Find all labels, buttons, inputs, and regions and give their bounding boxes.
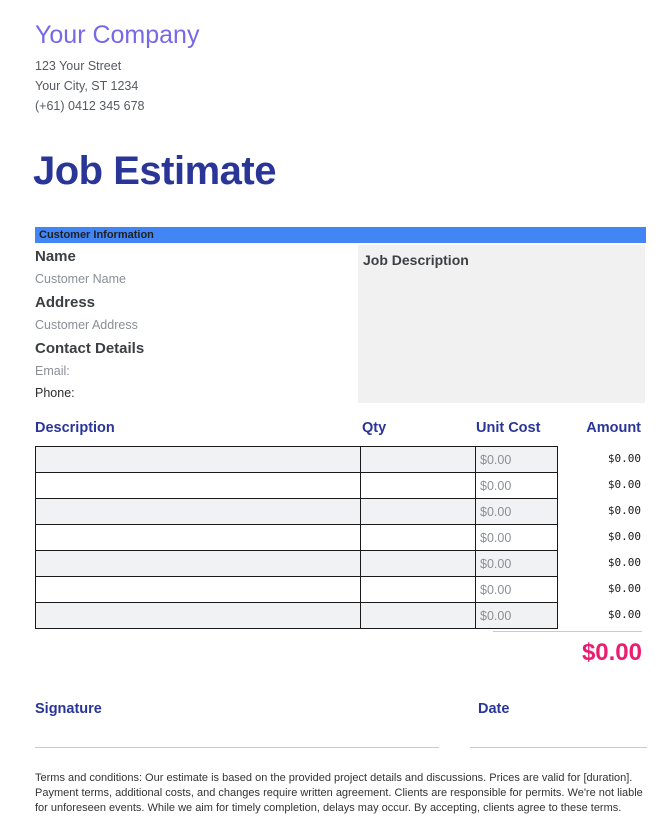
cell-qty[interactable] [360, 472, 476, 499]
customer-email-label[interactable]: Email: [35, 360, 355, 382]
cell-qty[interactable] [360, 550, 476, 577]
table-row[interactable]: $0.00 [35, 446, 558, 473]
cell-description[interactable] [35, 576, 361, 603]
cell-unit-cost-text: $0.00 [480, 478, 512, 493]
cell-unit-cost[interactable]: $0.00 [475, 602, 558, 629]
signature-label: Signature [35, 701, 102, 717]
table-row[interactable]: $0.00 [35, 472, 558, 499]
cell-amount: $0.00 [607, 582, 641, 595]
cell-qty[interactable] [360, 446, 476, 473]
column-header-qty: Qty [362, 420, 387, 436]
table-row[interactable]: $0.00 [35, 602, 558, 629]
cell-unit-cost[interactable]: $0.00 [475, 472, 558, 499]
customer-information-band: Customer Information [35, 227, 646, 243]
company-city-state-zip: Your City, ST 1234 [35, 79, 139, 93]
table-row[interactable]: $0.00 [35, 524, 558, 551]
column-header-amount: Amount [586, 420, 641, 436]
cell-qty[interactable] [360, 576, 476, 603]
customer-address-value[interactable]: Customer Address [35, 314, 355, 336]
cell-description[interactable] [35, 524, 361, 551]
cell-unit-cost[interactable]: $0.00 [475, 550, 558, 577]
cell-unit-cost[interactable]: $0.00 [475, 498, 558, 525]
cell-unit-cost[interactable]: $0.00 [475, 576, 558, 603]
table-row[interactable]: $0.00 [35, 550, 558, 577]
items-table: $0.00 $0.00 $0.00 $0.00 $0.00 $0.00 $0.0… [35, 446, 558, 629]
cell-unit-cost-text: $0.00 [480, 530, 512, 545]
customer-fields: Name Customer Name Address Customer Addr… [35, 246, 355, 404]
cell-amount: $0.00 [607, 452, 641, 465]
cell-unit-cost-text: $0.00 [480, 556, 512, 571]
table-row[interactable]: $0.00 [35, 498, 558, 525]
cell-unit-cost-text: $0.00 [480, 504, 512, 519]
company-header: Your Company 123 Your Street Your City, … [35, 20, 199, 116]
column-header-description: Description [35, 420, 115, 436]
cell-amount: $0.00 [607, 504, 641, 517]
cell-description[interactable] [35, 602, 361, 629]
items-table-headers: Description Qty Unit Cost Amount [0, 418, 667, 442]
column-header-unit-cost: Unit Cost [476, 420, 541, 436]
customer-name-label: Name [35, 248, 76, 265]
estimate-document: Your Company 123 Your Street Your City, … [0, 0, 667, 838]
company-street: 123 Your Street [35, 59, 122, 73]
company-name: Your Company [35, 21, 200, 49]
date-line[interactable] [470, 747, 647, 748]
cell-description[interactable] [35, 498, 361, 525]
customer-phone-label[interactable]: Phone: [35, 382, 355, 404]
terms-and-conditions: Terms and conditions: Our estimate is ba… [35, 772, 643, 814]
job-description-panel[interactable]: Job Description [358, 245, 645, 403]
total-divider [493, 631, 642, 632]
cell-description[interactable] [35, 446, 361, 473]
customer-information-label: Customer Information [39, 229, 154, 241]
cell-unit-cost[interactable]: $0.00 [475, 446, 558, 473]
signature-line[interactable] [35, 747, 439, 748]
cell-unit-cost-text: $0.00 [480, 582, 512, 597]
cell-qty[interactable] [360, 602, 476, 629]
table-row[interactable]: $0.00 [35, 576, 558, 603]
cell-amount: $0.00 [607, 556, 641, 569]
cell-amount: $0.00 [607, 478, 641, 491]
cell-unit-cost-text: $0.00 [480, 608, 512, 623]
cell-qty[interactable] [360, 524, 476, 551]
date-label: Date [478, 701, 510, 717]
customer-contact-details-label: Contact Details [35, 340, 145, 357]
cell-qty[interactable] [360, 498, 476, 525]
document-title: Job Estimate [33, 149, 276, 193]
amount-column: $0.00 $0.00 $0.00 $0.00 $0.00 $0.00 $0.0… [557, 446, 642, 628]
cell-description[interactable] [35, 472, 361, 499]
customer-name-value[interactable]: Customer Name [35, 268, 355, 290]
grand-total-amount: $0.00 [581, 639, 642, 666]
cell-amount: $0.00 [607, 530, 641, 543]
cell-amount: $0.00 [607, 608, 641, 621]
customer-address-label: Address [35, 294, 96, 311]
company-phone: (+61) 0412 345 678 [35, 99, 145, 113]
cell-unit-cost-text: $0.00 [480, 452, 512, 467]
job-description-title: Job Description [363, 252, 469, 268]
cell-description[interactable] [35, 550, 361, 577]
cell-unit-cost[interactable]: $0.00 [475, 524, 558, 551]
